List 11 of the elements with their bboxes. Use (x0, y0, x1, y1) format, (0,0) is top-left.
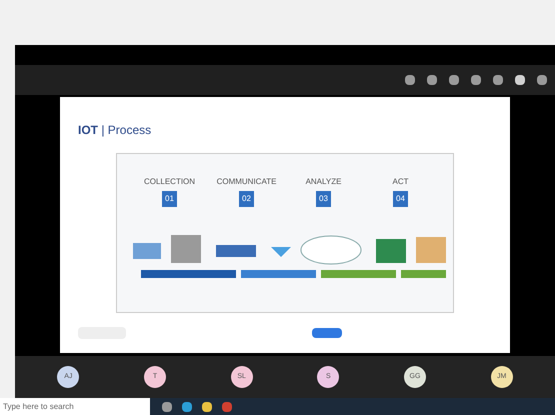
step-name: ACT (392, 176, 408, 188)
step-number: 03 (316, 191, 331, 207)
step-name: COMMUNICATE (216, 176, 276, 188)
step-name: ANALYZE (306, 176, 342, 188)
action-button[interactable] (312, 328, 342, 338)
slide-title: IOT | Process (78, 122, 152, 139)
step-number: 04 (393, 191, 408, 207)
step-name: COLLECTION (144, 176, 196, 188)
step-number: 01 (162, 191, 177, 207)
search-field[interactable]: Type here to search (0, 398, 150, 415)
step-number: 02 (239, 191, 254, 207)
